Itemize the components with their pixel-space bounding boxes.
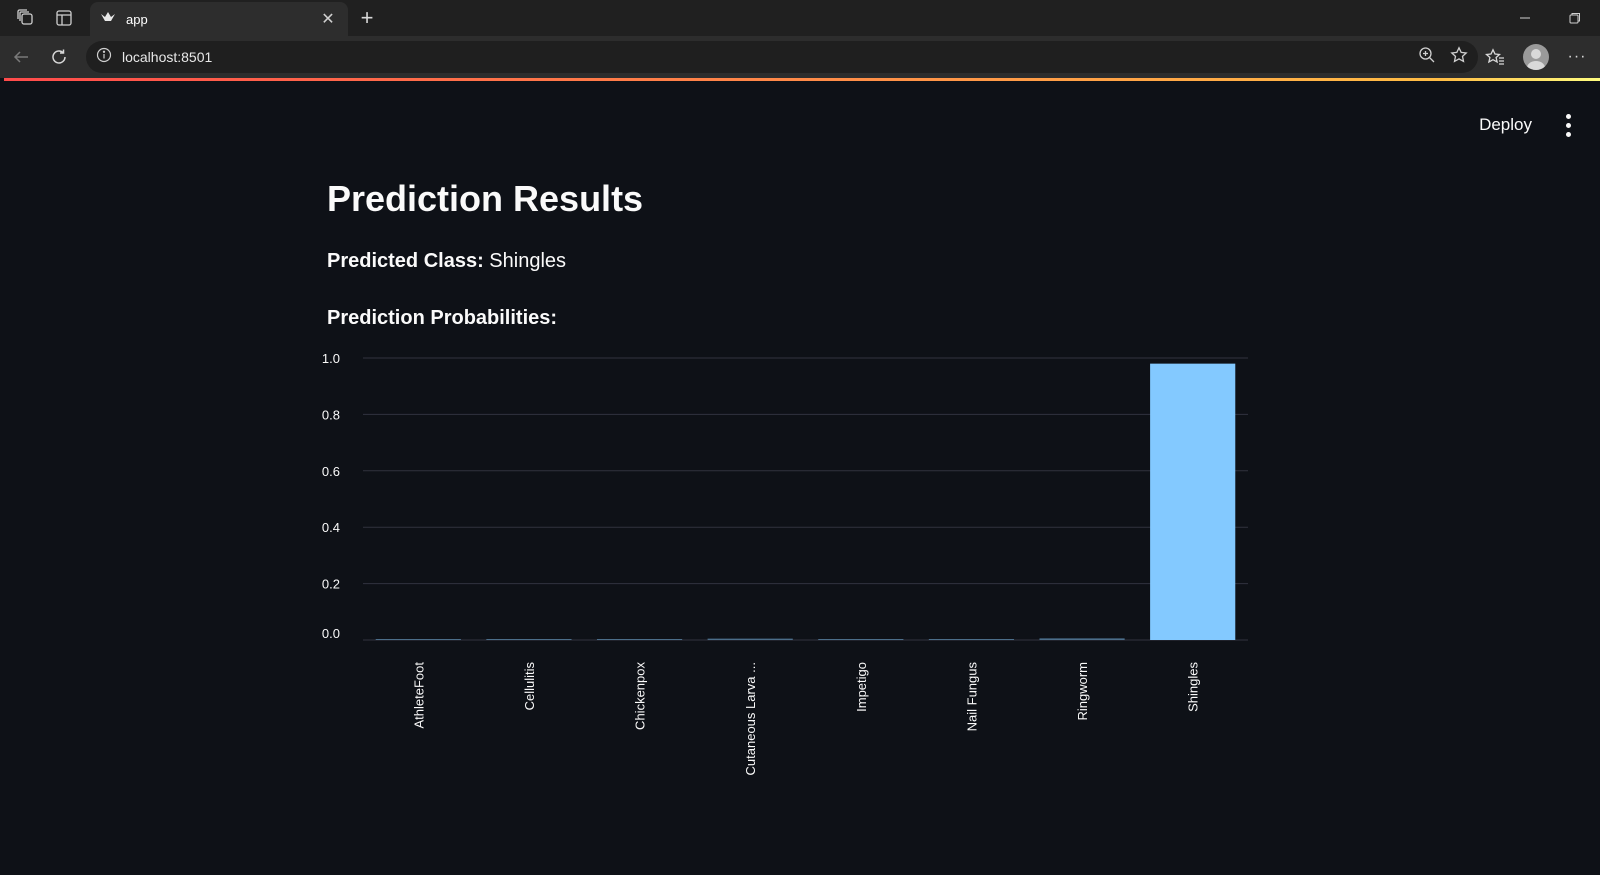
tab-title: app [126, 11, 148, 27]
browser-toolbar: localhost:8501 ··· [0, 36, 1600, 78]
y-tick-label: 0.4 [322, 520, 340, 535]
bar [486, 639, 572, 640]
header-decoration-bar [4, 78, 1600, 81]
back-icon[interactable] [2, 38, 40, 76]
x-tick-label: Impetigo [854, 662, 869, 712]
deploy-button[interactable]: Deploy [1479, 115, 1532, 135]
address-bar[interactable]: localhost:8501 [86, 41, 1478, 73]
predicted-class-value: Shingles [489, 250, 567, 272]
reload-icon[interactable] [40, 38, 78, 76]
site-info-icon[interactable] [96, 47, 112, 68]
predicted-class: Predicted Class: Shingles [327, 250, 1267, 273]
predicted-class-label: Predicted Class: [327, 250, 484, 272]
x-tick-label: Shingles [1186, 662, 1201, 712]
bar [1039, 638, 1125, 640]
bar [596, 639, 683, 640]
bar-chart-svg: 0.0 0.2 0.4 0.6 0.8 1.0 AthleteFoot Cellulitis C… [322, 351, 1248, 775]
vertical-tabs-icon[interactable] [46, 0, 82, 36]
favorite-star-icon[interactable] [1450, 45, 1468, 69]
bar [375, 639, 461, 640]
more-options-icon[interactable]: ··· [1558, 38, 1596, 76]
y-tick-label: 0.2 [322, 577, 340, 592]
new-tab-icon[interactable]: + [352, 0, 382, 36]
x-tick-label: Cellulitis [522, 662, 537, 711]
page-title: Prediction Results [327, 178, 644, 219]
minimize-icon[interactable] [1500, 0, 1550, 36]
zoom-icon[interactable] [1418, 46, 1436, 69]
y-tick-label: 0.0 [322, 626, 340, 641]
app-toolbar: Deploy [1479, 112, 1578, 138]
workspaces-icon[interactable] [8, 0, 44, 36]
avatar-icon [1523, 44, 1549, 70]
x-tick-label: AthleteFoot [411, 662, 426, 729]
browser-tab-bar: app ✕ + [0, 0, 1600, 36]
active-tab[interactable]: app ✕ [90, 2, 348, 36]
restore-icon[interactable] [1550, 0, 1600, 36]
probabilities-label: Prediction Probabilities: [327, 307, 558, 329]
bar [1150, 363, 1236, 640]
window-controls [1500, 0, 1600, 36]
x-tick-label: Chickenpox [633, 662, 648, 730]
profile-avatar[interactable] [1514, 38, 1558, 76]
streamlit-favicon-icon [100, 10, 116, 28]
bar [928, 639, 1015, 640]
y-tick-label: 0.6 [322, 464, 340, 479]
x-tick-label: Ringworm [1075, 662, 1090, 721]
bar [818, 639, 904, 640]
y-tick-label: 0.8 [322, 407, 340, 422]
y-tick-label: 1.0 [322, 351, 340, 366]
x-tick-label: Nail Fungus [964, 662, 979, 732]
x-tick-label: Cutaneous Larva ... [743, 662, 758, 775]
tab-close-icon[interactable]: ✕ [318, 9, 338, 29]
main-content: Prediction Results Predicted Class: Shin… [327, 178, 1267, 330]
url-text[interactable]: localhost:8501 [122, 49, 1418, 65]
favorites-icon[interactable] [1476, 38, 1514, 76]
bar [707, 638, 793, 640]
probability-chart[interactable]: 0.0 0.2 0.4 0.6 0.8 1.0 AthleteFoot Cellulitis C… [310, 340, 1290, 800]
main-menu-icon[interactable] [1558, 112, 1578, 138]
